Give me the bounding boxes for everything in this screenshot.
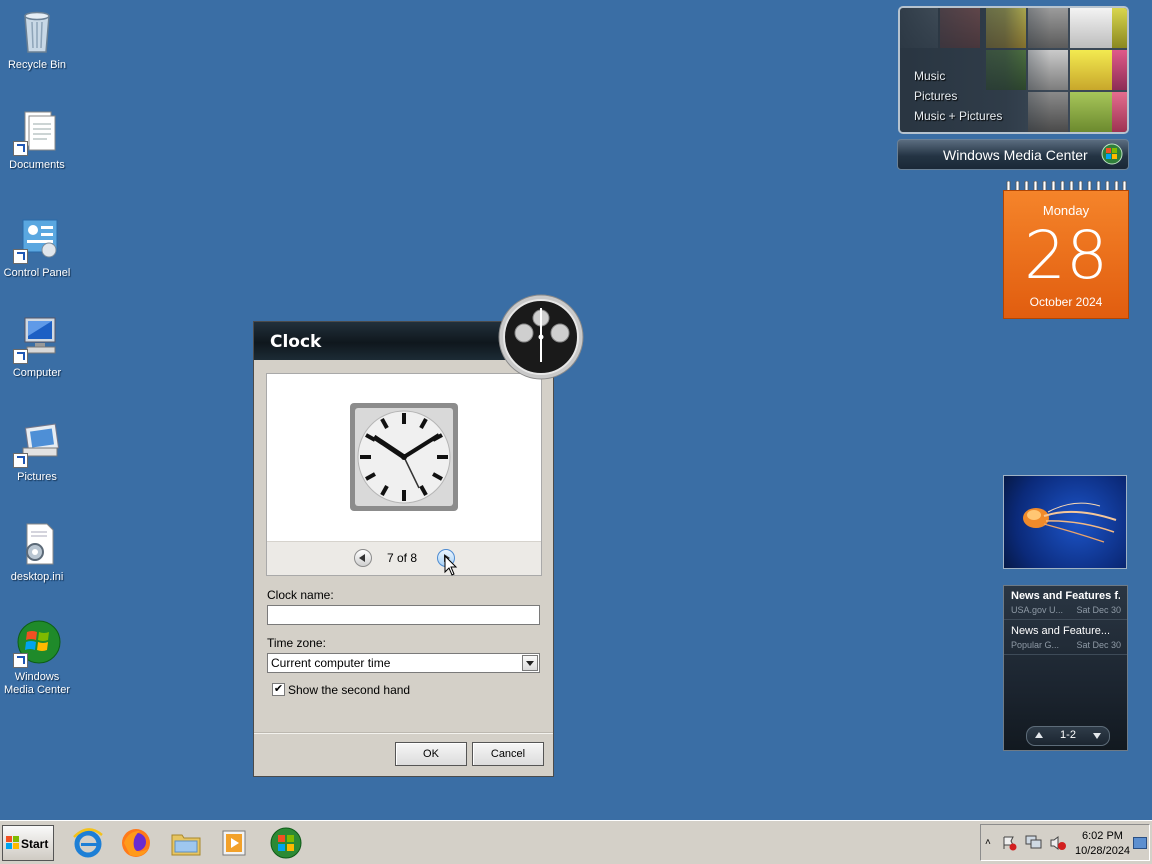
second-hand-checkbox[interactable]: ✔: [272, 683, 285, 696]
windows-logo-icon[interactable]: [270, 827, 302, 859]
internet-explorer-icon[interactable]: [72, 827, 104, 859]
media-center-gadget[interactable]: Music Pictures Music + Pictures: [898, 6, 1129, 134]
desktop-icon-label: Documents: [9, 159, 65, 171]
media-center-brand: Windows Media Center: [943, 147, 1088, 163]
shortcut-arrow-icon: [13, 349, 28, 364]
clock-name-label: Clock name:: [267, 588, 334, 602]
desktop-icon-control-panel[interactable]: Control Panel: [2, 216, 72, 280]
feed-title: News and Features f...: [1011, 590, 1120, 602]
clock-time[interactable]: 6:02 PM: [1082, 830, 1123, 842]
shortcut-arrow-icon: [13, 141, 28, 156]
control-panel-icon: [13, 216, 61, 264]
chevron-down-icon[interactable]: [1093, 733, 1101, 739]
clock-gadget-icon[interactable]: [498, 294, 584, 380]
feed-date: Sat Dec 30: [1076, 640, 1121, 650]
timezone-value: Current computer time: [271, 656, 391, 670]
chevron-down-icon[interactable]: [522, 655, 538, 671]
feed-pager: 1-2: [1026, 726, 1110, 746]
feed-source: USA.gov U...: [1011, 605, 1064, 615]
desktop-icon-label: Control Panel: [3, 267, 71, 279]
recycle-bin-icon: [13, 8, 61, 56]
taskbar: Start ˄ 6:02 PM 10/28/2024: [0, 820, 1152, 864]
calendar-gadget[interactable]: Monday 28 October 2024: [1003, 190, 1129, 319]
windows-logo-icon: [6, 836, 20, 850]
feed-headlines-gadget: News and Features f... USA.gov U... Sat …: [1003, 585, 1128, 751]
feed-title: News and Feature...: [1011, 625, 1111, 637]
action-center-icon[interactable]: [1001, 835, 1017, 851]
mouse-cursor-icon: [444, 554, 458, 577]
start-button[interactable]: Start: [2, 825, 54, 861]
network-icon[interactable]: [1025, 835, 1043, 851]
desktop-icon-label: desktop.ini: [10, 571, 64, 583]
start-label: Start: [21, 837, 49, 851]
cancel-button[interactable]: Cancel: [472, 742, 544, 766]
desktop-icon-recycle-bin[interactable]: Recycle Bin: [2, 8, 72, 72]
desktop-icon-pictures[interactable]: Pictures: [2, 420, 72, 484]
clock-settings-dialog: Clock 7 of 8 Clock name: Time zone: Curr…: [253, 321, 554, 777]
slideshow-gadget[interactable]: [1003, 475, 1127, 569]
windows-logo-icon: [1101, 143, 1123, 165]
media-player-icon[interactable]: [218, 827, 250, 859]
feed-source: Popular G...: [1011, 640, 1060, 650]
previous-style-button[interactable]: [354, 549, 372, 567]
clock-date[interactable]: 10/28/2024: [1075, 845, 1130, 857]
show-hidden-icons-icon[interactable]: ˄: [985, 837, 991, 848]
feed-item[interactable]: News and Features f... USA.gov U... Sat …: [1004, 586, 1127, 620]
computer-icon: [13, 316, 61, 364]
dialog-title: Clock: [270, 332, 322, 352]
shortcut-arrow-icon: [13, 249, 28, 264]
clock-preview-icon: [349, 402, 459, 512]
desktop-icon-label: Windows Media Center: [3, 671, 71, 696]
show-desktop-icon[interactable]: [1133, 837, 1147, 849]
dialog-separator: [254, 732, 553, 734]
dialog-body: 7 of 8 Clock name: Time zone: Current co…: [254, 360, 553, 776]
ok-button[interactable]: OK: [395, 742, 467, 766]
file-explorer-icon[interactable]: [170, 827, 202, 859]
media-center-item-music[interactable]: Music: [914, 69, 945, 83]
timezone-label: Time zone:: [267, 636, 326, 650]
desktop-icon-computer[interactable]: Computer: [2, 316, 72, 380]
second-hand-label: Show the second hand: [288, 683, 411, 697]
calendar-day: 28: [1024, 217, 1108, 294]
desktop-icon-windows-media-center[interactable]: Windows Media Center: [2, 620, 72, 697]
firefox-icon[interactable]: [120, 827, 152, 859]
clock-preview: 7 of 8: [266, 373, 542, 576]
clock-style-pager: 7 of 8: [267, 541, 541, 575]
timezone-select[interactable]: Current computer time: [267, 653, 540, 673]
desktop-icon-label: Pictures: [17, 471, 57, 483]
clock-name-input[interactable]: [267, 605, 540, 625]
jellyfish-photo: [1023, 502, 1117, 543]
windows-logo-icon: [13, 620, 61, 668]
media-center-item-pictures[interactable]: Pictures: [914, 89, 957, 103]
media-center-brand-bar[interactable]: Windows Media Center: [897, 139, 1129, 170]
desktop-icon-label: Recycle Bin: [7, 59, 67, 71]
pictures-icon: [13, 420, 61, 468]
calendar-weekday: Monday: [1042, 203, 1090, 218]
documents-icon: [13, 108, 61, 156]
pager-text: 7 of 8: [387, 551, 418, 565]
media-center-item-music-pictures[interactable]: Music + Pictures: [914, 109, 1002, 123]
feed-item[interactable]: News and Feature... Popular G... Sat Dec…: [1004, 621, 1127, 655]
desktop-icon-documents[interactable]: Documents: [2, 108, 72, 172]
shortcut-arrow-icon: [13, 453, 28, 468]
system-tray: ˄ 6:02 PM 10/28/2024: [980, 824, 1150, 861]
desktop-icon-desktop-ini[interactable]: desktop.ini: [2, 520, 72, 584]
desktop-icon-label: Computer: [12, 367, 62, 379]
shortcut-arrow-icon: [13, 653, 28, 668]
calendar-month-year: October 2024: [1029, 295, 1103, 309]
settings-file-icon: [13, 520, 61, 568]
feed-date: Sat Dec 30: [1076, 605, 1121, 615]
volume-muted-icon[interactable]: [1049, 835, 1067, 851]
